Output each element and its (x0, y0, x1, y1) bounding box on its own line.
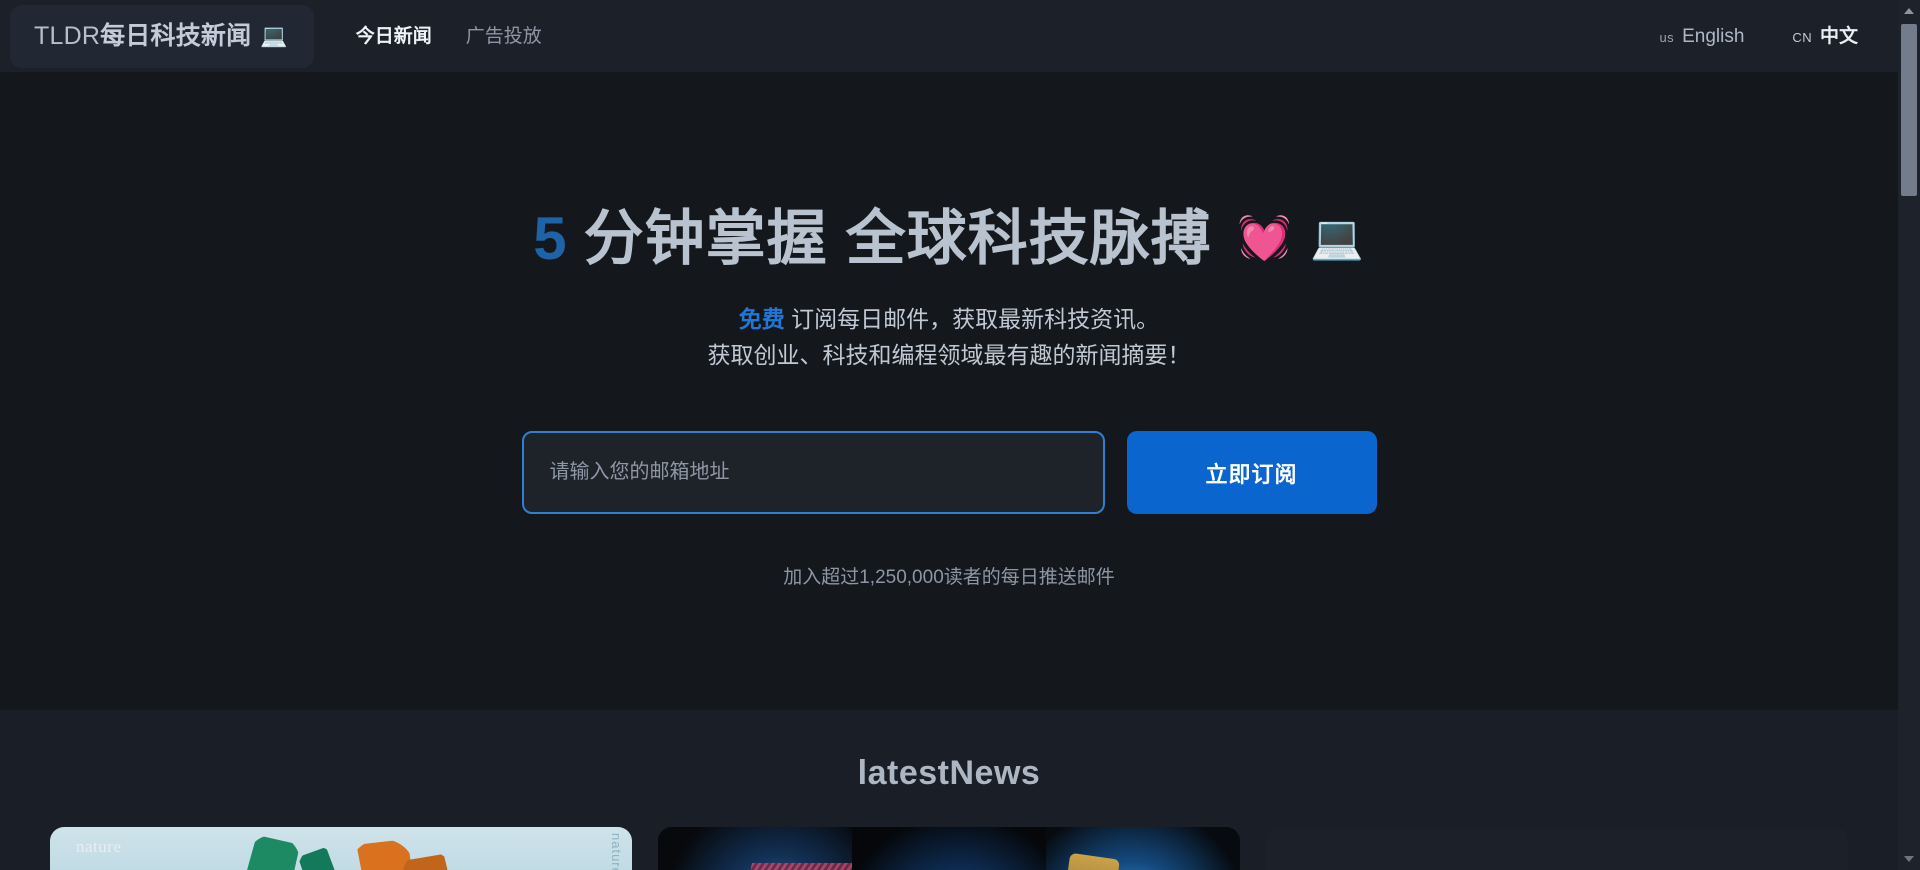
language-option-english[interactable]: us English (1660, 27, 1745, 46)
news-card[interactable] (1266, 827, 1848, 870)
beating-heart-icon: 💓 (1237, 214, 1293, 263)
subtitle-line-one: 订阅每日邮件，获取最新科技资讯。 (784, 306, 1160, 333)
language-switcher: us English CN 中文 (1660, 27, 1858, 46)
protein-shape-orange-icon (402, 854, 454, 870)
latest-news-title: latestNews (857, 754, 1041, 792)
news-thumbnail-nature: nature nature (50, 827, 632, 870)
language-label-english: English (1682, 25, 1745, 47)
site-logo[interactable]: TLDR每日科技新闻 💻 (10, 4, 314, 68)
scrollbar-thumb[interactable] (1901, 24, 1917, 196)
news-card[interactable]: nature nature (50, 827, 632, 870)
headline-part-one: 分钟掌握 (583, 205, 828, 272)
latest-news-section: latestNews nature nature (0, 710, 1898, 870)
page-scrollbar[interactable] (1898, 0, 1920, 870)
readers-count-note: 加入超过1,250,000读者的每日推送邮件 (783, 567, 1115, 589)
site-header: TLDR每日科技新闻 💻 今日新闻 广告投放 us English CN 中文 (0, 0, 1898, 72)
protein-shape-green-icon (246, 835, 300, 870)
scroll-down-arrow-icon[interactable] (1898, 848, 1920, 870)
logo-cn-text: 每日科技新闻 (100, 21, 252, 50)
scroll-up-arrow-icon[interactable] (1898, 0, 1920, 22)
flag-cn-icon: CN (1792, 29, 1812, 45)
nav-item-today-news[interactable]: 今日新闻 (356, 27, 432, 46)
hero-subtitle: 免费 订阅每日邮件，获取最新科技资讯。 获取创业、科技和编程领域最有趣的新闻摘要… (708, 302, 1191, 373)
headline-part-two: 全球科技脉搏 (845, 205, 1212, 272)
news-card-list: nature nature (25, 827, 1873, 870)
protein-shape-green-icon (298, 847, 338, 870)
laptop-icon: 💻 (1310, 214, 1365, 263)
main-nav: 今日新闻 广告投放 (356, 0, 542, 72)
headline-number: 5 (533, 205, 568, 272)
flag-us-icon: us (1659, 29, 1675, 45)
logo-prefix: TLDR (34, 21, 101, 50)
thumb-panel (658, 827, 852, 870)
thumb-panel (852, 827, 1046, 870)
subscribe-button[interactable]: 立即订阅 (1126, 431, 1377, 515)
thumb-panel (1046, 827, 1240, 870)
laptop-icon: 💻 (260, 23, 288, 48)
news-card[interactable] (658, 827, 1240, 870)
subtitle-line-two: 获取创业、科技和编程领域最有趣的新闻摘要！ (707, 341, 1191, 368)
subscribe-form: 立即订阅 (521, 431, 1377, 515)
page-root: TLDR每日科技新闻 💻 今日新闻 广告投放 us English CN 中文 … (0, 0, 1920, 870)
nature-logo-text: nature (76, 837, 122, 856)
nav-item-advertise[interactable]: 广告投放 (466, 27, 542, 46)
hero-section: 5 分钟掌握 全球科技脉搏 💓 💻 免费 订阅每日邮件，获取最新科技资讯。 获取创业、科… (0, 72, 1898, 710)
subtitle-free-tag: 免费 (738, 306, 785, 333)
language-label-chinese: 中文 (1819, 25, 1858, 47)
news-thumbnail-dark (1266, 827, 1848, 870)
logo-text: TLDR每日科技新闻 (34, 21, 252, 50)
hero-headline: 5 分钟掌握 全球科技脉搏 💓 💻 (533, 205, 1364, 272)
nature-side-text: nature (609, 833, 624, 870)
language-option-chinese[interactable]: CN 中文 (1792, 27, 1858, 46)
news-thumbnail-tech (658, 827, 1240, 870)
email-input[interactable] (521, 431, 1105, 515)
